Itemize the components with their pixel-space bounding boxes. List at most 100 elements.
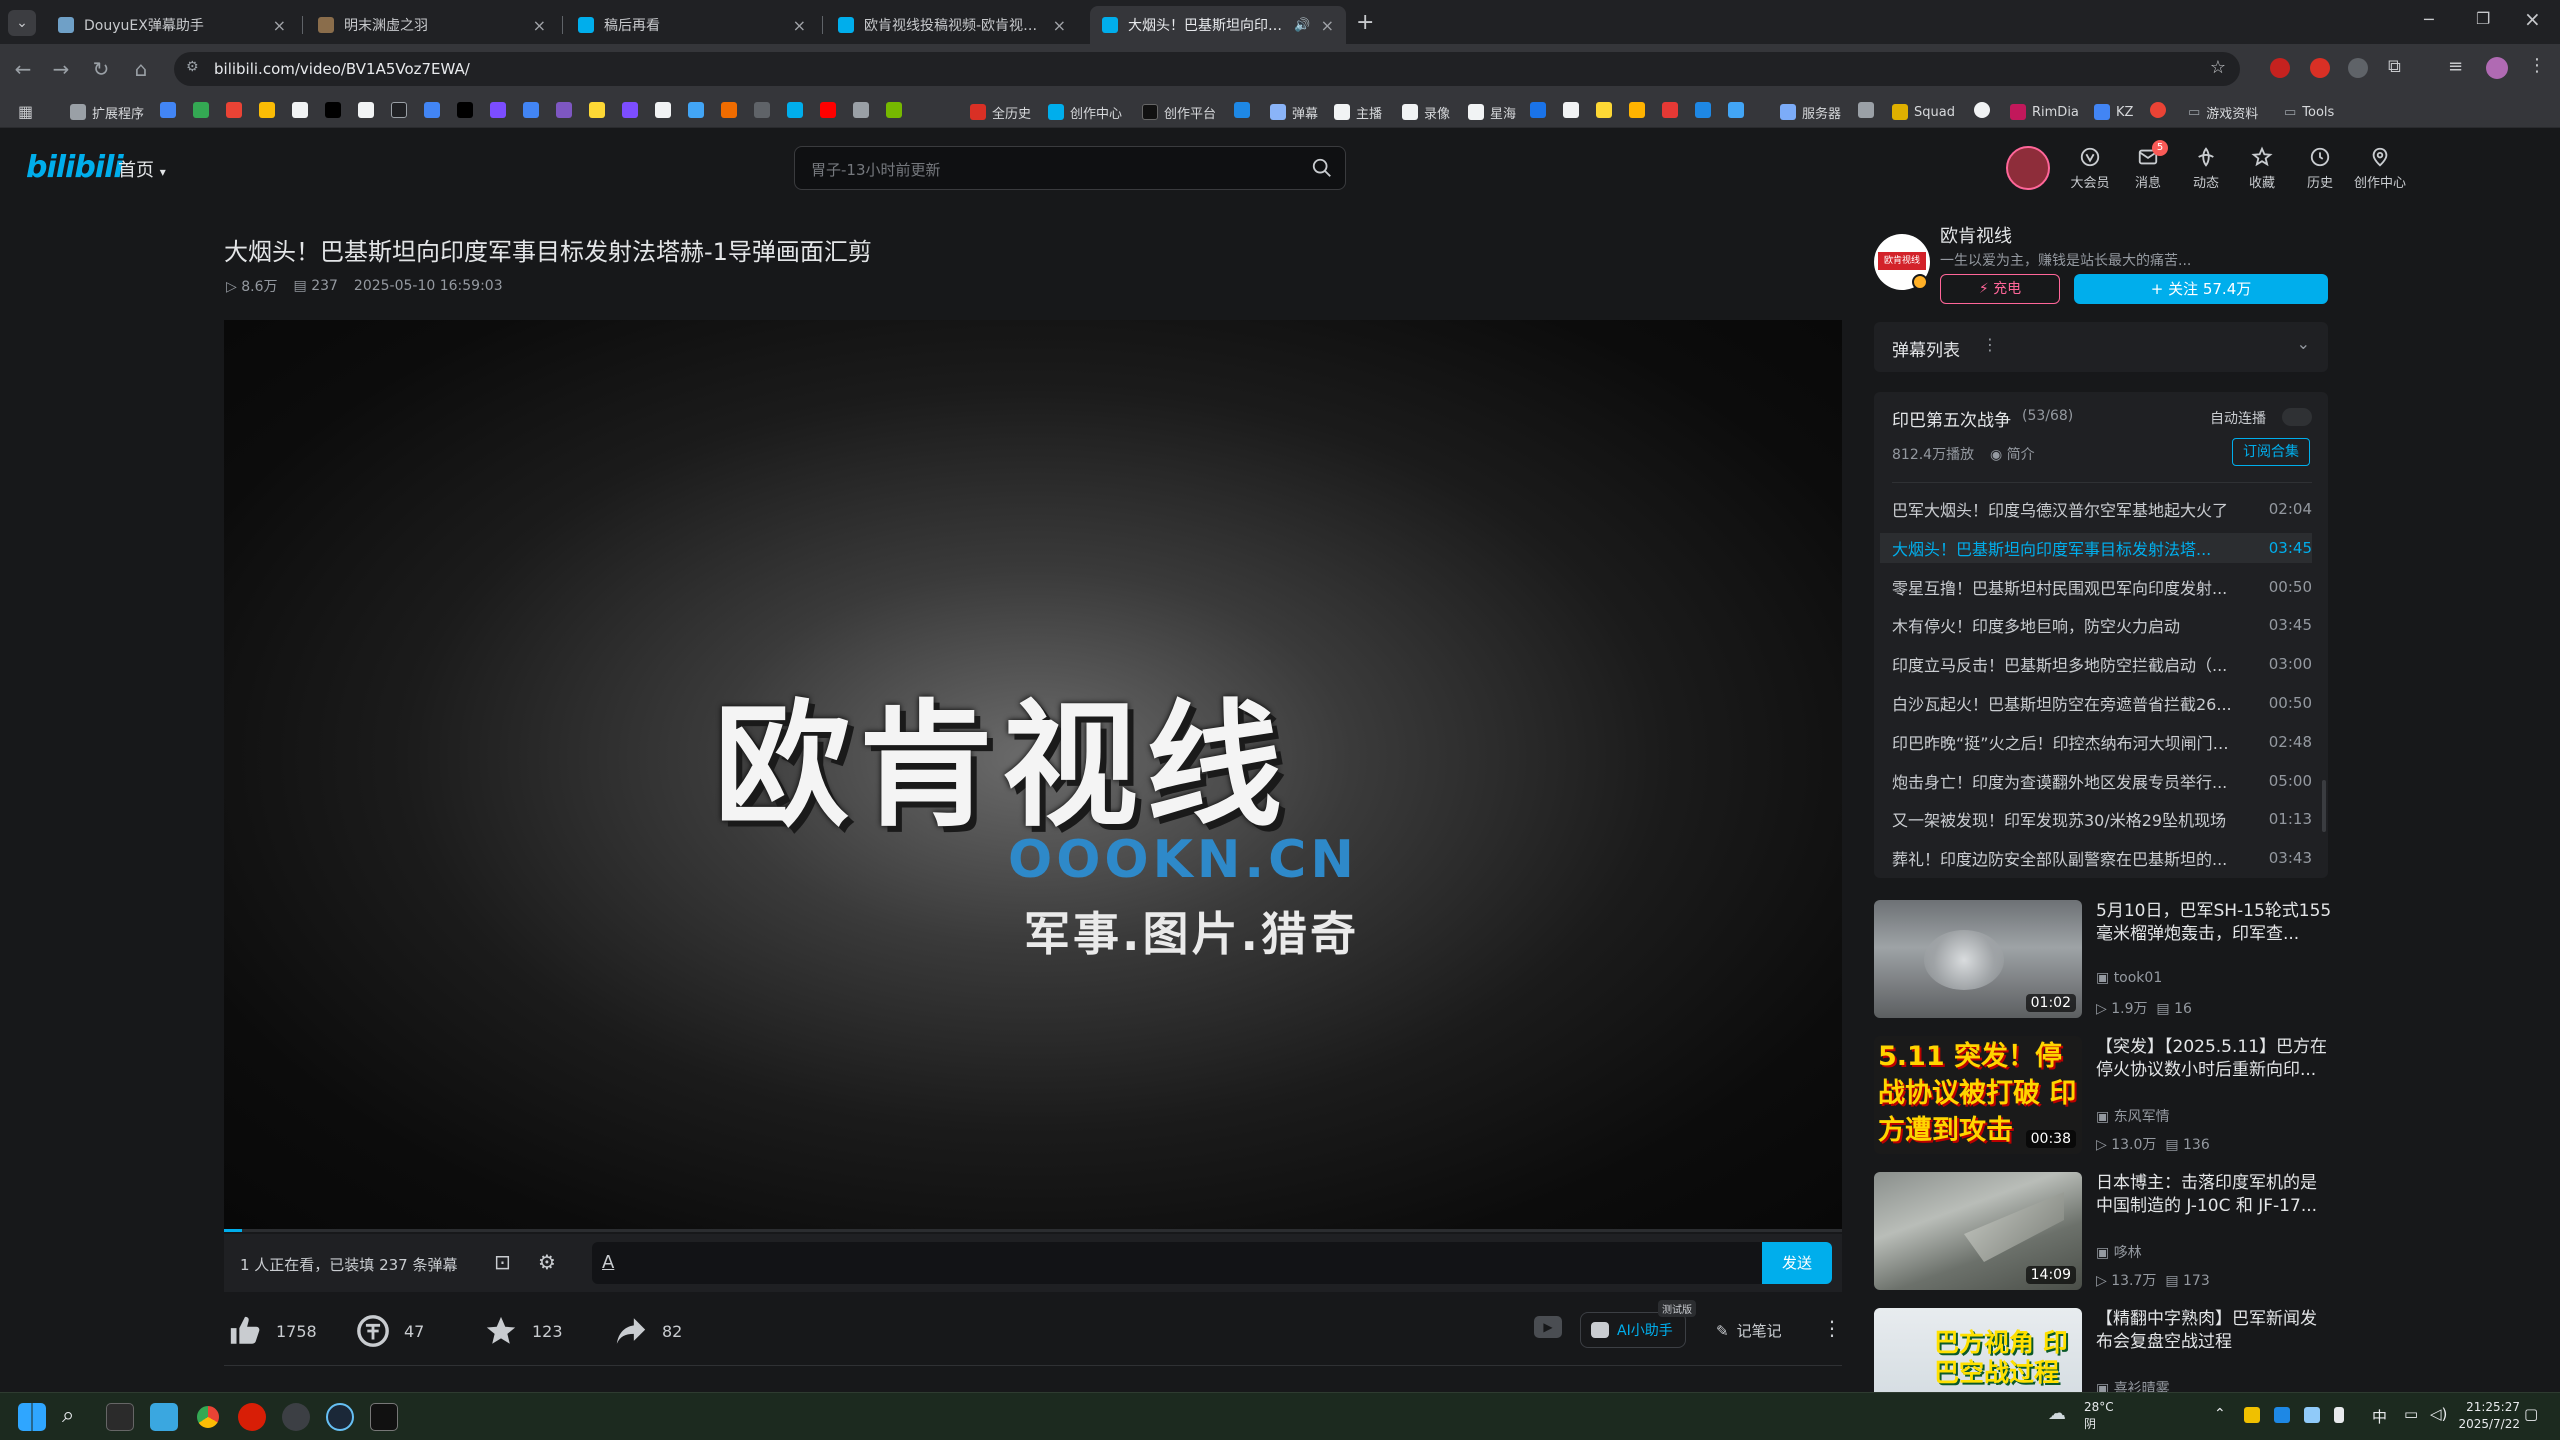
recommend-thumbnail[interactable]: 5.11 突发！停战协议被打破 印方遭到攻击 00:38 [1874,1036,2082,1154]
recommend-author[interactable]: ▣ 喜衫晴雾 [2096,1378,2170,1392]
collection-item[interactable]: 白沙瓦起火！巴基斯坦防空在旁遮普省拦截26... 00:50 [1892,688,2312,718]
danmaku-style-icon[interactable]: A [602,1252,614,1273]
new-tab-button[interactable]: + [1356,10,1374,35]
more-icon[interactable]: ⋮ [1982,335,1998,354]
bookmark-icon-strip[interactable] [160,102,960,120]
recommend-thumbnail[interactable]: 巴方视角 印巴空战过程 [1874,1308,2082,1392]
weather-widget[interactable]: 28°C 阴 [2084,1399,2114,1433]
collection-item[interactable]: 炮击身亡！印度为查谟翻外地区发展专员举行... 05:00 [1892,766,2312,796]
extension-icon[interactable] [2348,58,2368,78]
weather-icon[interactable]: ☁ [2048,1403,2066,1424]
user-avatar[interactable] [2006,146,2050,190]
bookmark-item[interactable]: 星海 [1468,102,1516,122]
nav-vip[interactable]: 大会员 [2066,146,2114,191]
windows-start-icon[interactable] [18,1403,46,1431]
bookmark-item[interactable]: 服务器 [1780,102,1841,122]
bookmark-item[interactable]: 创作中心 [1048,102,1122,122]
netease-music-icon[interactable] [238,1403,266,1431]
nav-history[interactable]: 历史 [2296,146,2344,191]
follow-button[interactable]: + 关注 57.4万 [2074,274,2328,304]
recommend-title[interactable]: 日本博主：击落印度军机的是中国制造的 J-10C 和 JF-17... [2096,1172,2332,1218]
app-icon[interactable] [282,1403,310,1431]
subscribe-collection-button[interactable]: 订阅合集 [2232,438,2310,466]
extension-icon[interactable] [2310,58,2330,78]
scrollbar[interactable] [2322,780,2326,832]
browser-tab[interactable]: DouyuEX弹幕助手 × [46,6,298,44]
profile-avatar[interactable] [2486,57,2508,79]
reload-button[interactable]: ↻ [88,56,114,82]
bookmark-item[interactable]: RimDia [2010,102,2079,122]
collection-item[interactable]: 零星互撸！巴基斯坦村民围观巴军向印度发射... 00:50 [1892,572,2312,602]
tab-search-button[interactable]: ⌄ [8,10,36,36]
share-button[interactable]: 82 [614,1314,682,1348]
tray-chevron-icon[interactable]: ⌃ [2214,1406,2226,1422]
close-window-button[interactable]: × [2524,7,2541,31]
home-icon[interactable]: ⌂ [128,56,154,82]
input-method-indicator[interactable]: 中 [2372,1406,2387,1427]
browser-menu-icon[interactable]: ⋮ [2528,55,2546,76]
bookmark-item[interactable]: 创作平台 [1142,102,1216,122]
app-icon[interactable] [370,1403,398,1431]
bookmark-item[interactable]: KZ [2094,102,2133,122]
collection-intro-link[interactable]: ◉ 简介 [1990,444,2035,464]
chrome-icon[interactable] [194,1403,222,1431]
browser-tab[interactable]: 明末渊虚之羽 × [306,6,558,44]
home-nav-button[interactable]: 首页 ▾ [118,156,166,182]
recommend-card[interactable]: 巴方视角 印巴空战过程 【精翻中字熟肉】巴军新闻发布会复盘空战过程 ▣ 喜衫晴雾 [1874,1308,2334,1392]
recommend-author[interactable]: ▣ 哆林 [2096,1242,2142,1262]
danmaku-toggle-icon[interactable]: ⊡ [494,1250,511,1274]
recommend-title[interactable]: 【突发】【2025.5.11】巴方在停火协议数小时后重新向印... [2096,1036,2332,1082]
recommend-author[interactable]: ▣ 东风军情 [2096,1106,2170,1126]
bookmark-folder[interactable]: ▭ 游戏资料 [2188,102,2258,122]
collection-item[interactable]: 又一架被发现！印军发现苏30/米格29坠机现场 01:13 [1892,804,2312,834]
terminal-icon[interactable] [106,1403,134,1431]
uploader-name[interactable]: 欧肯视线 [1940,222,2012,248]
reading-list-icon[interactable]: ≡ [2448,56,2463,77]
nav-message[interactable]: 消息 5 [2124,140,2172,191]
autoplay-toggle[interactable] [2282,408,2312,426]
notification-icon[interactable]: ▢ [2524,1405,2538,1423]
nav-dynamic[interactable]: 动态 [2182,146,2230,191]
collection-item[interactable]: 印度立马反击！巴基斯坦多地防空拦截启动（... 03:00 [1892,649,2312,679]
collection-item[interactable]: 葬礼！印度边防安全部队副警察在巴基斯坦的... 03:43 [1892,843,2312,873]
extension-icon[interactable] [2270,58,2290,78]
more-icon[interactable]: ⋮ [1822,1316,1842,1340]
url-bar[interactable]: ⚙ bilibili.com/video/BV1A5Voz7EWA/ ☆ [174,52,2240,86]
site-info-icon[interactable]: ⚙ [186,59,199,75]
search-icon[interactable]: ⌕ [62,1403,74,1428]
bookmark-item[interactable]: 主播 [1334,102,1382,122]
danmaku-settings-icon[interactable]: ⚙ [538,1250,556,1274]
recommend-card[interactable]: 5.11 突发！停战协议被打破 印方遭到攻击 00:38 【突发】【2025.5… [1874,1036,2334,1154]
browser-tab[interactable]: 欧肯视线投稿视频-欧肯视线视频 × [826,6,1078,44]
bilibili-logo[interactable]: bilibili [26,150,124,185]
close-icon[interactable]: × [1321,16,1334,35]
speaker-icon[interactable]: 🔊 [1294,18,1310,33]
recommend-card[interactable]: 01:02 5月10日，巴军SH-15轮式155毫米榴弹炮轰击，印军查... ▣… [1874,900,2334,1018]
steam-icon[interactable] [326,1403,354,1431]
chevron-down-icon[interactable]: ⌄ [2297,334,2310,353]
video-player[interactable]: 欧肯视线 OOOKN.CN 军事.图片.猎奇 [224,320,1842,1232]
bookmark-item[interactable]: 录像 [1402,102,1450,122]
recommend-thumbnail[interactable]: 01:02 [1874,900,2082,1018]
coin-button[interactable]: 47 [356,1314,424,1348]
bookmark-item[interactable]: 全历史 [970,102,1031,122]
search-input[interactable]: 胃子-13小时前更新 [811,159,941,180]
bookmark-icon-strip[interactable] [1530,102,1744,118]
browser-tab-active[interactable]: 大烟头！巴基斯坦向印度军事 🔊 × [1090,6,1346,44]
recommend-author[interactable]: ▣ took01 [2096,970,2162,986]
close-icon[interactable]: × [1053,16,1066,35]
volume-icon[interactable]: ◁) [2430,1405,2447,1423]
recommend-title[interactable]: 5月10日，巴军SH-15轮式155毫米榴弹炮轰击，印军查... [2096,900,2332,946]
recommend-card[interactable]: 14:09 日本博主：击落印度军机的是中国制造的 J-10C 和 JF-17..… [1874,1172,2334,1290]
danmaku-send-button[interactable]: 发送 [1762,1242,1832,1284]
app-icon[interactable] [150,1403,178,1431]
close-icon[interactable]: × [793,16,806,35]
collection-item[interactable]: 印巴昨晚“挺”火之后！印控杰纳布河大坝闸门全... 02:48 [1892,727,2312,757]
collection-title[interactable]: 印巴第五次战争 [1892,406,2011,431]
charge-button[interactable]: ⚡ 充电 [1940,274,2060,304]
nav-favorite[interactable]: 收藏 [2238,146,2286,191]
close-icon[interactable]: × [273,16,286,35]
extensions-puzzle-icon[interactable]: ⧉ [2388,56,2401,77]
browser-tab[interactable]: 稿后再看 × [566,6,818,44]
star-icon[interactable]: ☆ [2210,57,2226,78]
